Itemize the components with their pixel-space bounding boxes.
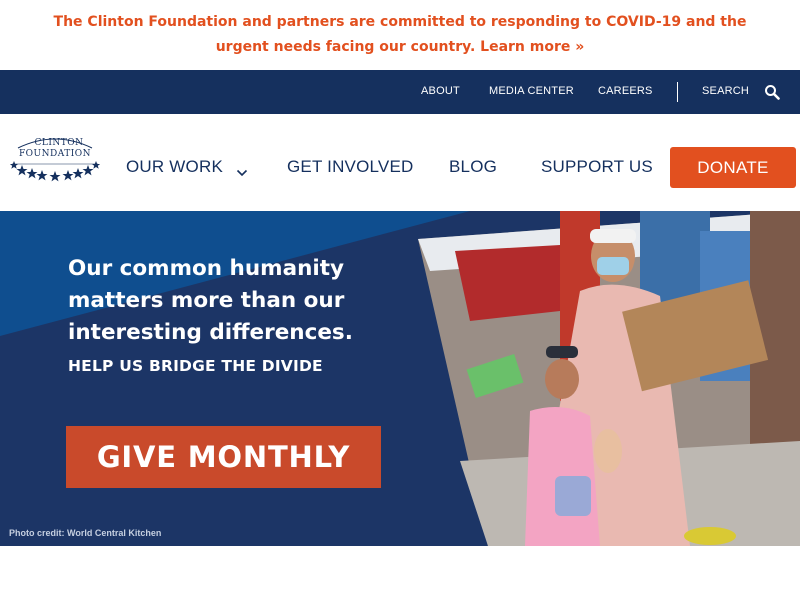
utility-link-careers[interactable]: CAREERS: [598, 85, 653, 97]
chevron-down-icon[interactable]: [236, 162, 248, 181]
alert-message: The Clinton Foundation and partners are …: [40, 10, 760, 60]
alert-text: The Clinton Foundation and partners are …: [53, 14, 747, 55]
photo-credit: Photo credit: World Central Kitchen: [9, 528, 162, 538]
learn-more-link[interactable]: Learn more »: [480, 39, 584, 55]
covid-alert-banner: The Clinton Foundation and partners are …: [0, 0, 800, 70]
hero-subheading: HELP US BRIDGE THE DIVIDE: [68, 357, 323, 375]
give-monthly-button[interactable]: GIVE MONTHLY: [66, 426, 381, 488]
utility-bar: ABOUT MEDIA CENTER CAREERS SEARCH: [0, 70, 800, 114]
hero-banner: Our common humanity matters more than ou…: [0, 211, 800, 546]
utility-link-media-center[interactable]: MEDIA CENTER: [489, 85, 574, 97]
logo-text-line2: FOUNDATION: [18, 149, 92, 159]
main-navigation: CLINTON FOUNDATION OUR WORK GET INVOLVED…: [0, 114, 800, 211]
utility-divider: [677, 82, 678, 102]
nav-get-involved[interactable]: GET INVOLVED: [287, 157, 413, 177]
hero-heading: Our common humanity matters more than ou…: [68, 256, 353, 345]
logo-text-line1: CLINTON: [34, 138, 84, 148]
nav-support-us[interactable]: SUPPORT US: [541, 157, 653, 177]
search-link[interactable]: SEARCH: [702, 85, 749, 97]
nav-blog[interactable]: BLOG: [449, 157, 497, 177]
clinton-foundation-logo[interactable]: CLINTON FOUNDATION: [10, 134, 100, 186]
search-icon[interactable]: [764, 84, 780, 104]
donate-button[interactable]: DONATE: [670, 147, 796, 188]
utility-link-about[interactable]: ABOUT: [421, 85, 460, 97]
nav-our-work[interactable]: OUR WORK: [126, 157, 223, 177]
